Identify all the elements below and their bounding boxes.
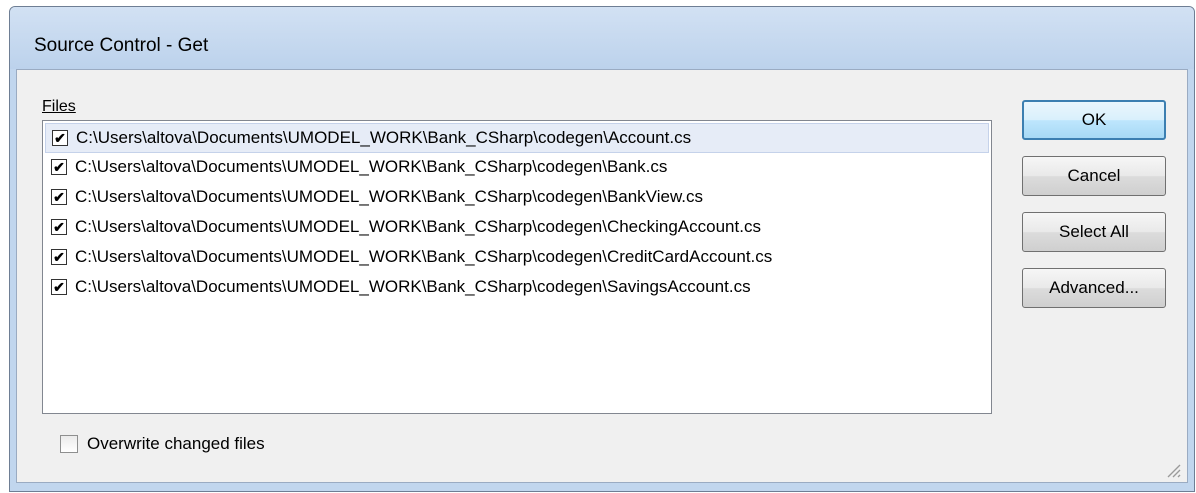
overwrite-changed-files-label[interactable]: Overwrite changed files bbox=[87, 434, 265, 454]
advanced-button[interactable]: Advanced... bbox=[1022, 268, 1166, 308]
file-list-item[interactable]: ✔ C:\Users\altova\Documents\UMODEL_WORK\B… bbox=[45, 123, 989, 153]
check-mark-icon: ✔ bbox=[53, 219, 65, 235]
overwrite-changed-files-checkbox[interactable] bbox=[60, 435, 78, 453]
dialog-client-area: Files ✔ C:\Users\altova\Documents\UMODEL_… bbox=[16, 69, 1188, 483]
file-checkbox[interactable]: ✔ bbox=[51, 249, 67, 265]
file-path: C:\Users\altova\Documents\UMODEL_WORK\Ba… bbox=[75, 277, 751, 296]
check-mark-icon: ✔ bbox=[54, 130, 66, 146]
file-list-item[interactable]: ✔ C:\Users\altova\Documents\UMODEL_WORK\B… bbox=[45, 153, 989, 183]
resize-grip-icon[interactable] bbox=[1163, 460, 1181, 478]
source-control-get-dialog: Source Control - Get Files ✔ C:\Users\alt… bbox=[9, 6, 1195, 492]
file-checkbox[interactable]: ✔ bbox=[52, 130, 68, 146]
check-mark-icon: ✔ bbox=[53, 249, 65, 265]
dialog-title: Source Control - Get bbox=[34, 35, 209, 56]
ok-button[interactable]: OK bbox=[1022, 100, 1166, 140]
file-checkbox[interactable]: ✔ bbox=[51, 219, 67, 235]
select-all-button[interactable]: Select All bbox=[1022, 212, 1166, 252]
file-list-item[interactable]: ✔ C:\Users\altova\Documents\UMODEL_WORK\B… bbox=[45, 183, 989, 213]
file-path: C:\Users\altova\Documents\UMODEL_WORK\Ba… bbox=[75, 247, 773, 266]
file-path: C:\Users\altova\Documents\UMODEL_WORK\Ba… bbox=[75, 187, 704, 206]
file-checkbox[interactable]: ✔ bbox=[51, 279, 67, 295]
file-list-item[interactable]: ✔ C:\Users\altova\Documents\UMODEL_WORK\B… bbox=[45, 243, 989, 273]
file-list-item[interactable]: ✔ C:\Users\altova\Documents\UMODEL_WORK\B… bbox=[45, 273, 989, 303]
file-path: C:\Users\altova\Documents\UMODEL_WORK\Ba… bbox=[76, 128, 692, 147]
files-label-text: Files bbox=[42, 98, 76, 115]
files-list[interactable]: ✔ C:\Users\altova\Documents\UMODEL_WORK\B… bbox=[42, 120, 992, 414]
check-mark-icon: ✔ bbox=[53, 279, 65, 295]
check-mark-icon: ✔ bbox=[53, 189, 65, 205]
file-path: C:\Users\altova\Documents\UMODEL_WORK\Ba… bbox=[75, 217, 761, 236]
files-label: Files bbox=[42, 98, 76, 116]
cancel-button[interactable]: Cancel bbox=[1022, 156, 1166, 196]
file-checkbox[interactable]: ✔ bbox=[51, 189, 67, 205]
file-list-item[interactable]: ✔ C:\Users\altova\Documents\UMODEL_WORK\B… bbox=[45, 213, 989, 243]
check-mark-icon: ✔ bbox=[53, 159, 65, 175]
title-bar[interactable]: Source Control - Get bbox=[10, 7, 1194, 69]
file-checkbox[interactable]: ✔ bbox=[51, 159, 67, 175]
file-path: C:\Users\altova\Documents\UMODEL_WORK\Ba… bbox=[75, 157, 668, 176]
